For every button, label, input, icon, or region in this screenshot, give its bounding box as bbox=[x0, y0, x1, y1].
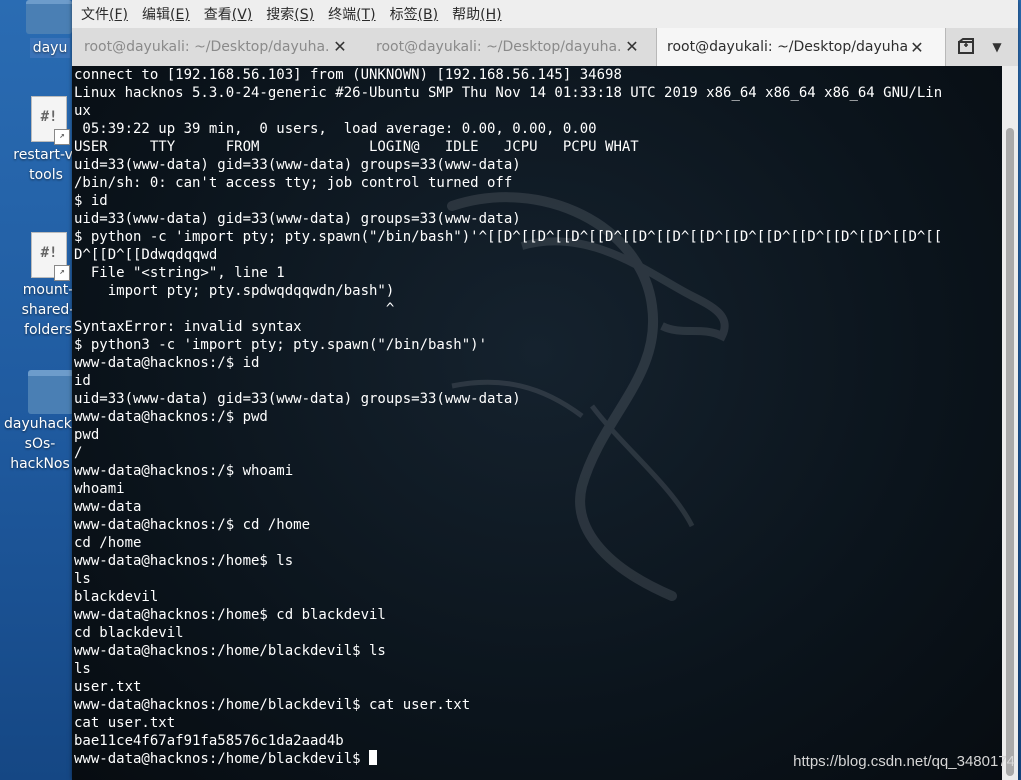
terminal-line: ^ bbox=[74, 301, 395, 317]
folder-icon[interactable] bbox=[26, 0, 72, 34]
terminal-line: USER TTY FROM LOGIN@ IDLE JCPU PCPU WHAT bbox=[74, 139, 639, 155]
terminal-line: File "<string>", line 1 bbox=[74, 265, 285, 281]
shortcut-arrow-icon: ↗ bbox=[54, 129, 70, 145]
terminal-prompt: www-data@hacknos:/home/blackdevil$ bbox=[74, 751, 370, 767]
menu-label: 搜索 bbox=[266, 7, 295, 23]
desktop-icon-label: hackNos bbox=[10, 456, 70, 472]
folder-icon[interactable] bbox=[28, 370, 74, 414]
desktop-icon-label: sOs- bbox=[24, 436, 56, 452]
menu-label: 文件 bbox=[81, 7, 109, 23]
terminal-line: www-data@hacknos:/$ whoami bbox=[74, 463, 294, 479]
menu-label: 标签 bbox=[389, 7, 418, 23]
terminal-line: www-data@hacknos:/home$ ls bbox=[74, 553, 294, 569]
tab-1[interactable]: root@dayukali: ~/Desktop/dayuha... ✕ bbox=[72, 28, 364, 65]
tab-label: root@dayukali: ~/Desktop/dayuha... bbox=[376, 38, 622, 55]
terminal-line: uid=33(www-data) gid=33(www-data) groups… bbox=[74, 391, 521, 407]
tab-label: root@dayukali: ~/Desktop/dayuha... bbox=[667, 39, 907, 55]
terminal-line: cd blackdevil bbox=[74, 625, 184, 641]
terminal-line: $ python3 -c 'import pty; pty.spawn("/bi… bbox=[74, 337, 488, 353]
terminal-line: www-data@hacknos:/home$ cd blackdevil bbox=[74, 607, 386, 623]
terminal-line: id bbox=[74, 373, 91, 389]
terminal-line: ls bbox=[74, 571, 91, 587]
tab-2[interactable]: root@dayukali: ~/Desktop/dayuha... ✕ bbox=[364, 28, 656, 65]
terminal-line: bae11ce4f67af91fa58576c1da2aad4b bbox=[74, 733, 344, 749]
tab-3-active[interactable]: root@dayukali: ~/Desktop/dayuha... ✕ bbox=[656, 28, 946, 66]
desktop-icon-label: dayu bbox=[32, 40, 68, 56]
terminal-line: 05:39:22 up 39 min, 0 users, load averag… bbox=[74, 121, 597, 137]
terminal-line: /bin/sh: 0: can't access tty; job contro… bbox=[74, 175, 513, 191]
menu-label: 查看 bbox=[203, 7, 232, 23]
menu-accelerator: (T) bbox=[356, 7, 376, 23]
close-icon[interactable]: ✕ bbox=[907, 38, 927, 57]
menu-label: 终端 bbox=[328, 7, 357, 23]
terminal-line: import pty; pty.spdwqdqqwdn/bash") bbox=[74, 283, 395, 299]
menu-terminal[interactable]: 终端(T) bbox=[328, 4, 375, 24]
terminal-window: 文件(F) 编辑(E) 查看(V) 搜索(S) 终端(T) 标签(B) 帮助(H… bbox=[72, 0, 1018, 780]
menubar: 文件(F) 编辑(E) 查看(V) 搜索(S) 终端(T) 标签(B) 帮助(H… bbox=[72, 0, 1018, 28]
menu-help[interactable]: 帮助(H) bbox=[452, 4, 501, 24]
terminal-cursor bbox=[369, 750, 378, 765]
terminal-line: www-data@hacknos:/$ pwd bbox=[74, 409, 268, 425]
desktop-icon-label: dayuhackN bbox=[4, 416, 76, 432]
scrollbar[interactable] bbox=[1002, 66, 1018, 780]
terminal-line: www-data@hacknos:/home/blackdevil$ ls bbox=[74, 643, 386, 659]
menu-accelerator: (S) bbox=[294, 7, 315, 23]
new-tab-button[interactable] bbox=[956, 36, 978, 58]
terminal-line: uid=33(www-data) gid=33(www-data) groups… bbox=[74, 157, 521, 173]
tab-bar: root@dayukali: ~/Desktop/dayuha... ✕ roo… bbox=[72, 28, 1018, 67]
menu-edit[interactable]: 编辑(E) bbox=[142, 4, 190, 24]
menu-file[interactable]: 文件(F) bbox=[81, 4, 128, 24]
menu-view[interactable]: 查看(V) bbox=[204, 4, 253, 24]
script-icon[interactable]: #! ↗ bbox=[31, 96, 70, 145]
desktop-icon-dayuhacknos[interactable]: dayuhackN sOs- hackNos bbox=[4, 414, 76, 474]
terminal-line: whoami bbox=[74, 481, 125, 497]
chevron-down-icon[interactable]: ▼ bbox=[986, 36, 1008, 58]
menu-accelerator: (H) bbox=[480, 7, 502, 23]
menu-tabs[interactable]: 标签(B) bbox=[390, 4, 439, 24]
terminal-line: ls bbox=[74, 661, 91, 677]
terminal-line: www-data@hacknos:/home/blackdevil$ cat u… bbox=[74, 697, 471, 713]
scrollbar-thumb[interactable] bbox=[1006, 128, 1014, 776]
menu-accelerator: (F) bbox=[109, 7, 128, 23]
terminal-line: $ id bbox=[74, 193, 108, 209]
shortcut-arrow-icon: ↗ bbox=[54, 265, 70, 281]
watermark-text: https://blog.csdn.net/qq_3480174 bbox=[793, 753, 1015, 770]
new-tab-icon bbox=[958, 38, 974, 54]
terminal-line: / bbox=[74, 445, 83, 461]
terminal-line: connect to [192.168.56.103] from (UNKNOW… bbox=[74, 67, 622, 83]
terminal-line: cat user.txt bbox=[74, 715, 176, 731]
script-icon[interactable]: #! ↗ bbox=[31, 232, 70, 281]
desktop-icon-dayu[interactable]: dayu bbox=[30, 38, 70, 58]
menu-accelerator: (V) bbox=[231, 7, 253, 23]
tab-label: root@dayukali: ~/Desktop/dayuha... bbox=[84, 38, 330, 55]
terminal-line: blackdevil bbox=[74, 589, 159, 605]
terminal-line: user.txt bbox=[74, 679, 142, 695]
terminal-line: pwd bbox=[74, 427, 100, 443]
terminal-line: www-data@hacknos:/$ cd /home bbox=[74, 517, 311, 533]
terminal-output: connect to [192.168.56.103] from (UNKNOW… bbox=[74, 66, 942, 768]
terminal-line: uid=33(www-data) gid=33(www-data) groups… bbox=[74, 211, 521, 227]
terminal-view[interactable]: connect to [192.168.56.103] from (UNKNOW… bbox=[72, 66, 1002, 780]
terminal-line: D^[[D^[[Ddwqdqqwd bbox=[74, 247, 218, 263]
menu-accelerator: (E) bbox=[169, 7, 190, 23]
menu-accelerator: (B) bbox=[417, 7, 439, 23]
terminal-line: ux bbox=[74, 103, 91, 119]
close-icon[interactable]: ✕ bbox=[622, 37, 642, 56]
menu-label: 编辑 bbox=[141, 7, 170, 23]
terminal-line: cd /home bbox=[74, 535, 142, 551]
terminal-line: www-data@hacknos:/$ id bbox=[74, 355, 260, 371]
menu-label: 帮助 bbox=[452, 7, 481, 23]
terminal-line: www-data bbox=[74, 499, 142, 515]
terminal-line: SyntaxError: invalid syntax bbox=[74, 319, 302, 335]
terminal-line: $ python -c 'import pty; pty.spawn("/bin… bbox=[74, 229, 943, 245]
terminal-line: Linux hacknos 5.3.0-24-generic #26-Ubunt… bbox=[74, 85, 943, 101]
menu-search[interactable]: 搜索(S) bbox=[266, 4, 314, 24]
close-icon[interactable]: ✕ bbox=[330, 37, 350, 56]
